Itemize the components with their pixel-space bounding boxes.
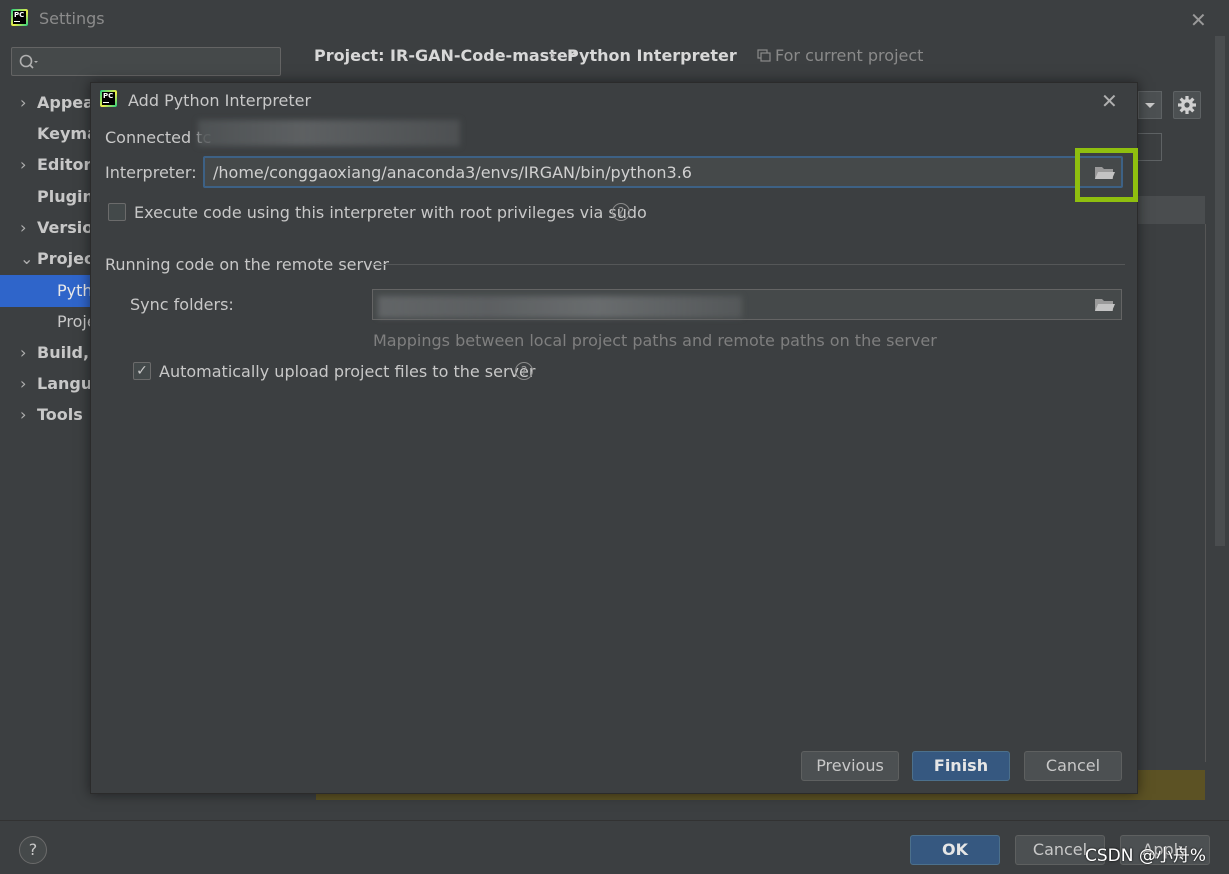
- connected-to-label: Connected tc: [105, 128, 212, 147]
- redacted-sync-blur: [378, 296, 742, 318]
- settings-search-input[interactable]: [11, 47, 281, 76]
- gear-button[interactable]: [1173, 91, 1201, 119]
- auto-upload-label: Automatically upload project files to th…: [159, 362, 536, 381]
- gear-icon: [1178, 96, 1196, 114]
- watermark: CSDN @小舟%: [1085, 846, 1207, 866]
- sidebar-item-label: Keyma: [37, 124, 98, 143]
- ok-button[interactable]: OK: [910, 835, 1000, 865]
- breadcrumb-project: Project: IR-GAN-Code-master: [314, 46, 576, 65]
- remote-section-title: Running code on the remote server: [105, 255, 389, 274]
- help-button[interactable]: ?: [19, 836, 47, 864]
- sidebar-item-label: Tools: [37, 405, 83, 424]
- sudo-label: Execute code using this interpreter with…: [134, 203, 647, 222]
- dialog-cancel-button[interactable]: Cancel: [1024, 751, 1122, 781]
- sidebar-item-tools[interactable]: › Tools: [20, 405, 83, 429]
- sidebar-item-keymap[interactable]: Keyma: [20, 124, 98, 148]
- project-scope-icon: [757, 49, 771, 62]
- folder-icon[interactable]: [1094, 297, 1115, 313]
- scope-label: For current project: [775, 46, 924, 65]
- background-folder-button: [1137, 133, 1162, 161]
- sidebar-item-version-control[interactable]: › Versior: [20, 218, 101, 242]
- finish-button[interactable]: Finish: [912, 751, 1010, 781]
- previous-button[interactable]: Previous: [801, 751, 899, 781]
- sidebar-item-label: Editor: [37, 155, 92, 174]
- pycharm-logo-icon: PC: [100, 90, 117, 107]
- chevron-right-icon: ›: [20, 405, 27, 424]
- chevron-down-icon: [1145, 103, 1155, 108]
- chevron-right-icon: ›: [20, 374, 27, 393]
- interpreter-dropdown-button[interactable]: [1138, 91, 1162, 119]
- pycharm-logo-icon: PC: [11, 9, 28, 26]
- sidebar-item-editor[interactable]: › Editor: [20, 155, 91, 179]
- sidebar-item-project[interactable]: ⌄ Project: [20, 249, 101, 273]
- chevron-right-icon: ›: [20, 218, 27, 237]
- interpreter-path-value[interactable]: /home/conggaoxiang/anaconda3/envs/IRGAN/…: [213, 163, 692, 182]
- sync-folders-label: Sync folders:: [130, 295, 234, 314]
- window-close-icon[interactable]: ✕: [1190, 8, 1207, 32]
- window-title: Settings: [39, 9, 105, 28]
- redacted-host-blur: [198, 120, 460, 146]
- interpreter-label: Interpreter:: [105, 163, 197, 182]
- section-divider: [372, 264, 1125, 265]
- auto-upload-checkbox[interactable]: ✓: [133, 362, 151, 380]
- background-scrollbar: [1215, 36, 1225, 546]
- search-icon: [19, 54, 38, 69]
- breadcrumb-page: Python Interpreter: [567, 46, 737, 65]
- sync-folders-hint: Mappings between local project paths and…: [373, 331, 937, 350]
- dialog-title: Add Python Interpreter: [128, 91, 312, 110]
- chevron-down-icon: ⌄: [20, 249, 34, 268]
- sudo-help-icon[interactable]: ?: [612, 203, 630, 221]
- breadcrumb-separator: ›: [550, 46, 556, 64]
- chevron-right-icon: ›: [20, 343, 27, 362]
- background-table-header: [1137, 196, 1205, 224]
- sidebar-item-python-interpreter[interactable]: Pyth: [57, 281, 93, 305]
- dialog-close-icon[interactable]: ✕: [1101, 89, 1118, 113]
- sudo-checkbox[interactable]: [108, 203, 126, 221]
- chevron-right-icon: ›: [20, 155, 27, 174]
- auto-upload-help-icon[interactable]: ?: [515, 362, 533, 380]
- background-package-table: [1137, 224, 1206, 762]
- settings-titlebar: [0, 0, 1229, 36]
- chevron-right-icon: ›: [20, 93, 27, 112]
- add-python-interpreter-dialog: [90, 82, 1138, 794]
- annotation-highlight-box: [1075, 148, 1138, 202]
